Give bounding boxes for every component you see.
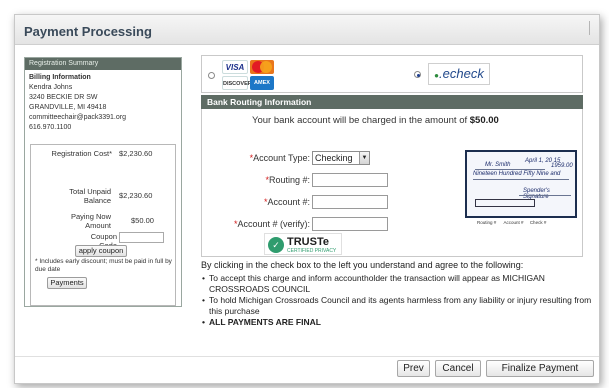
visa-icon: VISA — [222, 60, 248, 74]
dialog-header: Payment Processing — [15, 15, 599, 45]
billing-address: 3240 BECKIE DR SW — [29, 94, 98, 101]
echeck-label: echeck — [442, 66, 484, 81]
check-field-labels: Routing # Account # Check # — [477, 220, 547, 225]
account-type-value: Checking — [315, 153, 353, 163]
credit-card-logos: VISA DISCOVER AMEX — [222, 58, 302, 92]
registration-summary: Registration Summary Billing Information… — [24, 57, 182, 307]
registration-cost-value: $2,230.60 — [119, 149, 153, 158]
account-verify-input[interactable] — [312, 217, 388, 231]
truste-check-icon: ✓ — [268, 237, 284, 253]
coupon-code-input[interactable] — [119, 232, 164, 243]
account-verify-label: *Account # (verify): — [233, 219, 310, 229]
truste-seal[interactable]: ✓ TRUSTe CERTIFIED PRIVACY — [264, 233, 342, 255]
discover-icon: DISCOVER — [222, 76, 252, 90]
total-unpaid-label: Total Unpaid Balance — [69, 187, 111, 205]
charge-amount: $50.00 — [469, 115, 499, 126]
check-payee: Mr. Smith — [485, 162, 511, 168]
agreement-term: • ALL PAYMENTS ARE FINAL — [202, 317, 321, 327]
account-label: *Account #: — [263, 197, 310, 207]
check-micr-line — [475, 199, 535, 207]
payment-dialog: Payment Processing Registration Summary … — [14, 14, 600, 384]
summary-header: Registration Summary — [25, 58, 181, 70]
early-discount-note: * Includes early discount; must be paid … — [35, 258, 172, 273]
billing-name: Kendra Johns — [29, 84, 73, 91]
echeck-icon: ●.echeck — [428, 63, 490, 85]
truste-name: TRUSTe — [287, 236, 329, 248]
paying-now-label: Paying Now Amount — [70, 212, 111, 230]
billing-info: Billing Information Kendra Johns 3240 BE… — [25, 70, 181, 133]
account-type-select[interactable]: Checking ▼ — [312, 151, 370, 165]
credit-card-radio[interactable] — [208, 72, 215, 79]
check-amount: 1959.00 — [551, 163, 573, 169]
chevron-down-icon: ▼ — [359, 152, 369, 164]
bank-routing-header: Bank Routing Information — [201, 95, 583, 109]
account-number-input[interactable] — [312, 195, 388, 209]
billing-phone: 616.970.1100 — [29, 124, 72, 131]
mastercard-icon — [250, 60, 274, 74]
apply-coupon-button[interactable]: apply coupon — [75, 245, 127, 257]
billing-city: GRANDVILLE, MI 49418 — [29, 104, 107, 111]
prev-button[interactable]: Prev — [397, 360, 430, 377]
billing-email: committeechair@pack3391.org — [29, 114, 126, 121]
footer-divider — [15, 356, 599, 357]
charge-notice: Your bank account will be charged in the… — [252, 115, 499, 126]
amex-icon: AMEX — [250, 76, 274, 90]
cost-box: Registration Cost* $2,230.60 Total Unpai… — [30, 144, 176, 306]
sample-check-image: April 1, 20 15 Mr. Smith 1959.00 Ninetee… — [465, 150, 577, 218]
cancel-button[interactable]: Cancel — [435, 360, 481, 377]
dialog-title: Payment Processing — [24, 24, 152, 39]
agreement-lead: By clicking in the check box to the left… — [201, 260, 524, 270]
registration-cost-label: Registration Cost* — [51, 149, 112, 158]
paying-now-value: $50.00 — [131, 216, 154, 225]
payments-button[interactable]: Payments — [47, 277, 87, 289]
agreement-term: • To accept this charge and inform accoun… — [202, 273, 545, 294]
agreement-section: By clicking in the check box to the left… — [201, 260, 593, 350]
echeck-radio[interactable] — [414, 71, 421, 78]
payment-method-selector: VISA DISCOVER AMEX ●.echeck — [201, 55, 583, 93]
billing-title: Billing Information — [29, 74, 91, 81]
account-type-label: *Account Type: — [249, 153, 310, 163]
agreement-term: • To hold Michigan Crossroads Council and… — [202, 295, 592, 316]
agreement-terms: • To accept this charge and inform accoun… — [201, 273, 593, 328]
finalize-payment-button[interactable]: Finalize Payment — [486, 360, 594, 377]
resize-handle-icon[interactable] — [589, 21, 597, 35]
charge-notice-text: Your bank account will be charged in the… — [252, 115, 468, 126]
check-written-amount: Nineteen Hundred Fifty Nine and — [473, 171, 561, 177]
bank-routing-form: Your bank account will be charged in the… — [201, 109, 583, 257]
routing-number-input[interactable] — [312, 173, 388, 187]
total-unpaid-value: $2,230.60 — [119, 191, 153, 200]
truste-subtitle: CERTIFIED PRIVACY — [287, 248, 337, 254]
routing-label: *Routing #: — [265, 175, 310, 185]
